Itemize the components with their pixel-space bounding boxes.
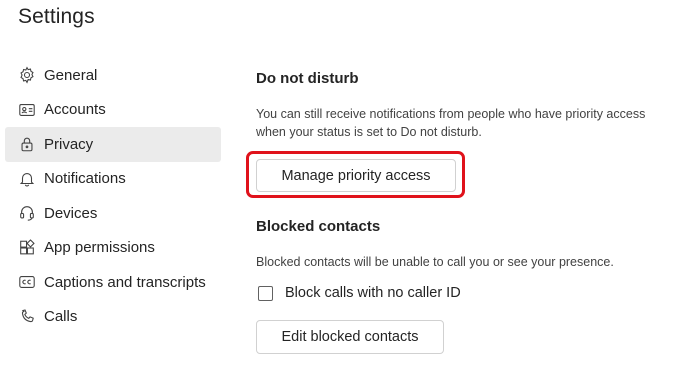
dnd-heading: Do not disturb <box>256 70 359 87</box>
block-no-caller-id-row: Block calls with no caller ID <box>258 285 461 301</box>
blocked-contacts-heading: Blocked contacts <box>256 218 381 235</box>
headset-icon <box>17 203 37 223</box>
id-card-icon <box>17 100 37 120</box>
sidebar-item-general[interactable]: General <box>5 58 221 93</box>
cc-icon <box>17 272 37 292</box>
sidebar-item-calls[interactable]: Calls <box>5 300 221 335</box>
gear-icon <box>17 65 37 85</box>
sidebar-item-accounts[interactable]: Accounts <box>5 93 221 128</box>
sidebar-item-label: Calls <box>44 308 78 326</box>
highlight-box <box>246 151 465 198</box>
sidebar-item-label: Captions and transcripts <box>44 273 206 291</box>
edit-blocked-contacts-button[interactable]: Edit blocked contacts <box>256 320 444 354</box>
settings-sidebar: General Accounts Privacy Notifications D… <box>5 58 221 334</box>
sidebar-item-label: General <box>44 66 98 84</box>
blocked-contacts-description: Blocked contacts will be unable to call … <box>256 255 614 269</box>
sidebar-item-label: Notifications <box>44 170 126 188</box>
bell-icon <box>17 169 37 189</box>
sidebar-item-app-permissions[interactable]: App permissions <box>5 231 221 266</box>
sidebar-item-label: Accounts <box>44 101 106 119</box>
sidebar-item-label: App permissions <box>44 239 155 257</box>
sidebar-item-privacy[interactable]: Privacy <box>5 127 221 162</box>
sidebar-item-captions[interactable]: Captions and transcripts <box>5 265 221 300</box>
sidebar-item-label: Privacy <box>44 135 94 153</box>
dnd-description: You can still receive notifications from… <box>256 107 646 139</box>
block-no-caller-id-checkbox[interactable] <box>258 285 273 301</box>
block-no-caller-id-label[interactable]: Block calls with no caller ID <box>285 285 461 301</box>
sidebar-item-notifications[interactable]: Notifications <box>5 162 221 197</box>
sidebar-item-label: Devices <box>44 204 98 222</box>
lock-icon <box>17 134 37 154</box>
phone-icon <box>17 307 37 327</box>
sidebar-item-devices[interactable]: Devices <box>5 196 221 231</box>
page-title: Settings <box>18 5 95 28</box>
grid-icon <box>17 238 37 258</box>
